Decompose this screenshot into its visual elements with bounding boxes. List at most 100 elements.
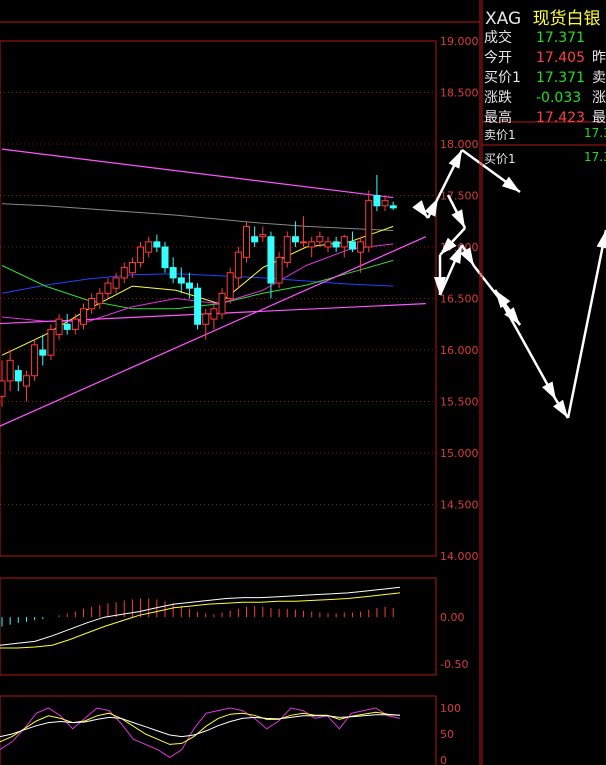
- symbol-code: XAG: [485, 9, 522, 29]
- candle-body: [259, 234, 267, 238]
- candle-body: [243, 225, 250, 258]
- quote-row-value: 17.405: [536, 50, 585, 66]
- quote-row-high: 最高 17.423 最: [484, 107, 606, 127]
- y-tick-label: 15.000: [440, 447, 479, 460]
- kdj-frame: [0, 695, 437, 765]
- y-tick-label: 19.000: [440, 35, 479, 48]
- y-tick-label: 15.500: [440, 396, 479, 409]
- candle-body: [22, 375, 30, 387]
- kdj-tick-label: 50: [440, 728, 454, 741]
- quote-row-label-2: 涨: [592, 90, 606, 106]
- moving-average-line: [1, 203, 394, 231]
- candle-body: [128, 261, 136, 274]
- y-tick-label: 16.000: [440, 344, 479, 357]
- candle-body: [218, 292, 226, 315]
- candle-body: [185, 282, 193, 289]
- orderbook-bid-label: 买价1: [484, 152, 516, 166]
- candle-body: [226, 272, 234, 299]
- quote-panel: XAG 现货白银 成交 17.371 今开 17.405 昨 买价1 17.371 卖 涨…: [480, 0, 606, 765]
- y-tick-label: 16.500: [440, 293, 479, 306]
- orderbook-ask-label: 卖价1: [484, 128, 516, 142]
- kdj-panel: 100 50 0: [0, 695, 461, 765]
- quote-row-value: 17.371: [536, 30, 585, 46]
- quote-row-label-2: 卖: [592, 70, 606, 86]
- candle-body: [275, 256, 283, 284]
- quote-row-value: -0.033: [536, 90, 582, 106]
- candle-body: [267, 236, 275, 284]
- candle-body: [234, 251, 242, 279]
- candle-body: [332, 241, 340, 248]
- candle-body: [39, 349, 47, 356]
- candle-body: [71, 318, 79, 330]
- candle-body: [348, 241, 356, 250]
- candle-body: [31, 344, 39, 377]
- quote-row-open: 今开 17.405 昨: [484, 47, 606, 67]
- macd-tick-label: -0.50: [440, 658, 468, 671]
- orderbook-ask-value: 17.3: [584, 126, 606, 140]
- candle-body: [47, 328, 55, 356]
- quote-row-label-2: 最: [592, 110, 606, 126]
- candle-body: [145, 241, 153, 253]
- drawn-arrow-head: [412, 200, 428, 218]
- candle-body: [251, 236, 259, 243]
- y-tick-label: 18.000: [440, 138, 479, 151]
- macd-line: [0, 586, 401, 646]
- quote-row-label: 成交: [484, 30, 512, 46]
- candle-body: [177, 277, 185, 284]
- symbol-name: 现货白银: [532, 9, 601, 29]
- candle-body: [120, 267, 128, 279]
- y-tick-label: 14.500: [440, 499, 479, 512]
- candle-body: [55, 318, 63, 336]
- candle-body: [324, 241, 332, 248]
- candle-body: [104, 282, 112, 294]
- candle-body: [357, 241, 365, 253]
- macd-frame: [0, 577, 437, 676]
- trend-line: [1, 148, 394, 199]
- candle-body: [14, 370, 22, 382]
- candle-body: [316, 236, 324, 243]
- y-tick-label: 18.500: [440, 87, 479, 100]
- y-tick-label: 14.000: [440, 550, 479, 563]
- candle-body: [340, 236, 348, 248]
- kdj-tick-label: 0: [440, 754, 447, 765]
- candle-body: [112, 277, 120, 289]
- quote-row-label: 涨跌: [484, 90, 512, 106]
- orderbook-bid-value: 17.3: [584, 150, 606, 164]
- kline-frame: [0, 40, 437, 557]
- y-tick-label: 17.500: [440, 190, 479, 203]
- candle-body: [88, 298, 96, 310]
- kdj-tick-label: 100: [440, 702, 461, 715]
- candle-body: [381, 200, 389, 207]
- candle-body: [308, 241, 316, 248]
- candle-body: [0, 380, 6, 397]
- candle-body: [161, 246, 169, 269]
- quote-row-label: 今开: [484, 50, 512, 66]
- candle-body: [373, 195, 381, 207]
- macd-panel: 0.00 -0.50: [0, 577, 468, 676]
- candle-body: [194, 287, 202, 325]
- candle-body: [291, 236, 299, 243]
- candle-body: [63, 323, 71, 330]
- quote-row-bid: 买价1 17.371 卖: [484, 67, 606, 87]
- candle-body: [283, 236, 291, 263]
- candle-body: [300, 241, 308, 244]
- drawn-arrow-head: [451, 209, 465, 228]
- candle-body: [365, 200, 373, 248]
- candle-body: [96, 292, 104, 305]
- drawn-arrow-head: [448, 150, 462, 169]
- macd-tick-label: 0.00: [440, 611, 465, 624]
- quote-row-value: 17.371: [536, 70, 585, 86]
- candle-body: [80, 308, 87, 325]
- quote-row-change: 涨跌 -0.033 涨: [484, 87, 606, 107]
- candle-body: [169, 267, 177, 279]
- candle-body: [202, 313, 210, 325]
- quote-row-trade: 成交 17.371: [484, 27, 592, 47]
- quote-row-value: 17.423: [536, 110, 585, 126]
- quote-row-label: 最高: [484, 110, 512, 126]
- quote-row-label-2: 昨: [592, 50, 606, 66]
- candle-body: [6, 359, 14, 382]
- trend-line: [0, 236, 427, 427]
- quote-title: XAG 现货白银: [485, 4, 601, 29]
- kline-panel: 19.00018.50018.00017.50017.00016.50016.0…: [0, 35, 479, 563]
- candle-body: [137, 246, 145, 263]
